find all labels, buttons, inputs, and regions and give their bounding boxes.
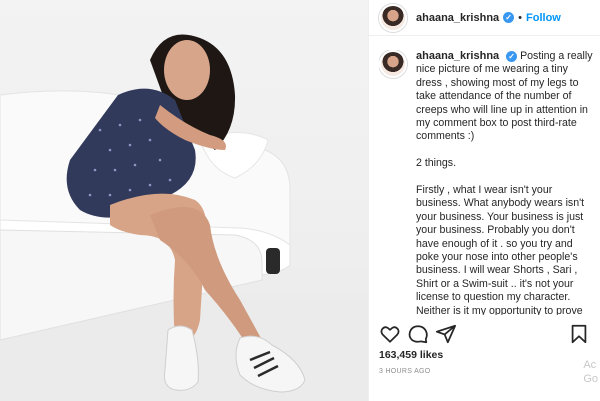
watermark-line-1: Ac	[583, 359, 597, 371]
post-photo-illustration	[0, 34, 368, 401]
post-photo[interactable]	[0, 0, 368, 401]
caption-paragraph-1: ahaana_krishna ✓ Posting a really nice p…	[416, 50, 596, 144]
caption-avatar[interactable]	[379, 50, 407, 78]
follow-button[interactable]: Follow	[526, 12, 561, 24]
action-bar	[379, 322, 590, 346]
likes-count[interactable]: 163,459 likes	[379, 349, 443, 361]
heart-icon[interactable]	[379, 323, 401, 345]
caption-verified-badge-icon: ✓	[506, 51, 518, 62]
watermark-line-2: Go	[583, 373, 598, 385]
post-timestamp[interactable]: 3 HOURS AGO	[379, 368, 431, 375]
post-sidebar: ahaana_krishna ✓ • Follow ahaana_krishna…	[368, 0, 600, 401]
avatar[interactable]	[379, 3, 407, 32]
verified-badge-icon: ✓	[503, 12, 515, 23]
caption-username[interactable]: ahaana_krishna	[416, 50, 499, 62]
caption-paragraph-2: 2 things.	[416, 157, 457, 170]
caption-paragraph-3: Firstly , what I wear isn't your busines…	[416, 184, 585, 315]
caption: ahaana_krishna ✓ Posting a really nice p…	[379, 50, 596, 315]
username[interactable]: ahaana_krishna	[416, 12, 499, 24]
watermark: Ac Go	[583, 358, 598, 386]
bookmark-icon[interactable]	[568, 323, 590, 345]
share-icon[interactable]	[435, 323, 457, 345]
comment-icon[interactable]	[407, 323, 429, 345]
post-header: ahaana_krishna ✓ • Follow	[369, 0, 600, 36]
caption-text: ahaana_krishna ✓ Posting a really nice p…	[416, 50, 596, 315]
caption-paragraph-1-text: Posting a really nice picture of me wear…	[416, 50, 593, 143]
separator-dot: •	[518, 11, 523, 24]
